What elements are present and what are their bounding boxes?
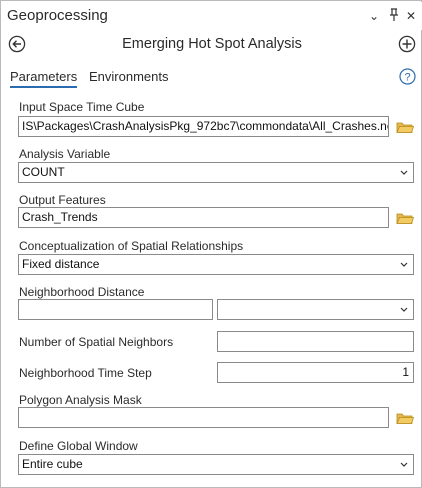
tab-environments[interactable]: Environments — [89, 69, 168, 84]
chevron-down-icon — [398, 456, 410, 473]
analysis-variable-value: COUNT — [22, 165, 65, 179]
browse-mask-folder-icon[interactable] — [396, 411, 415, 425]
pane-options-chevron-icon[interactable]: ⌄ — [367, 8, 381, 24]
global-window-value: Entire cube — [22, 457, 83, 471]
pane-titlebar: Geoprocessing ⌄ ✕ — [2, 2, 422, 30]
time-step-field[interactable]: 1 — [217, 362, 414, 383]
distance-unit-select[interactable] — [217, 299, 414, 320]
conceptualization-label: Conceptualization of Spatial Relationshi… — [19, 239, 244, 253]
chevron-down-icon — [398, 164, 410, 181]
spatial-neighbors-field[interactable] — [217, 331, 414, 352]
plus-icon — [398, 35, 416, 53]
tool-title: Emerging Hot Spot Analysis — [122, 36, 302, 52]
svg-text:?: ? — [404, 72, 410, 84]
tool-tabs: Parameters Environments ? — [2, 65, 422, 91]
conceptualization-select[interactable]: Fixed distance — [18, 254, 414, 275]
add-button[interactable] — [398, 35, 416, 53]
input-cube-field[interactable]: IS\Packages\CrashAnalysisPkg_972bc7\comm… — [18, 116, 389, 137]
input-cube-label: Input Space Time Cube — [19, 100, 145, 114]
help-button[interactable]: ? — [399, 68, 416, 85]
global-window-select[interactable]: Entire cube — [18, 454, 414, 475]
spatial-neighbors-label: Number of Spatial Neighbors — [19, 335, 174, 349]
time-step-label: Neighborhood Time Step — [19, 366, 152, 380]
output-features-field[interactable]: Crash_Trends — [18, 207, 389, 228]
conceptualization-value: Fixed distance — [22, 257, 100, 271]
analysis-variable-label: Analysis Variable — [19, 147, 111, 161]
output-features-label: Output Features — [19, 193, 106, 207]
neighborhood-distance-label: Neighborhood Distance — [19, 285, 145, 299]
polygon-mask-label: Polygon Analysis Mask — [19, 393, 142, 407]
browse-output-folder-icon[interactable] — [396, 211, 415, 225]
help-icon: ? — [399, 68, 416, 85]
polygon-mask-field[interactable] — [18, 407, 389, 428]
analysis-variable-select[interactable]: COUNT — [18, 162, 414, 183]
tab-parameters[interactable]: Parameters — [10, 69, 78, 88]
chevron-down-icon — [398, 301, 410, 318]
browse-input-folder-icon[interactable] — [396, 120, 415, 134]
geoprocessing-pane: Geoprocessing ⌄ ✕ Emerging Hot Spot Anal… — [0, 0, 422, 488]
pane-title: Geoprocessing — [7, 7, 108, 24]
close-icon[interactable]: ✕ — [404, 8, 418, 24]
neighborhood-distance-field[interactable] — [18, 299, 213, 320]
chevron-down-icon — [398, 256, 410, 273]
pin-icon[interactable] — [387, 8, 401, 24]
tool-header: Emerging Hot Spot Analysis — [2, 31, 422, 59]
global-window-label: Define Global Window — [19, 439, 138, 453]
